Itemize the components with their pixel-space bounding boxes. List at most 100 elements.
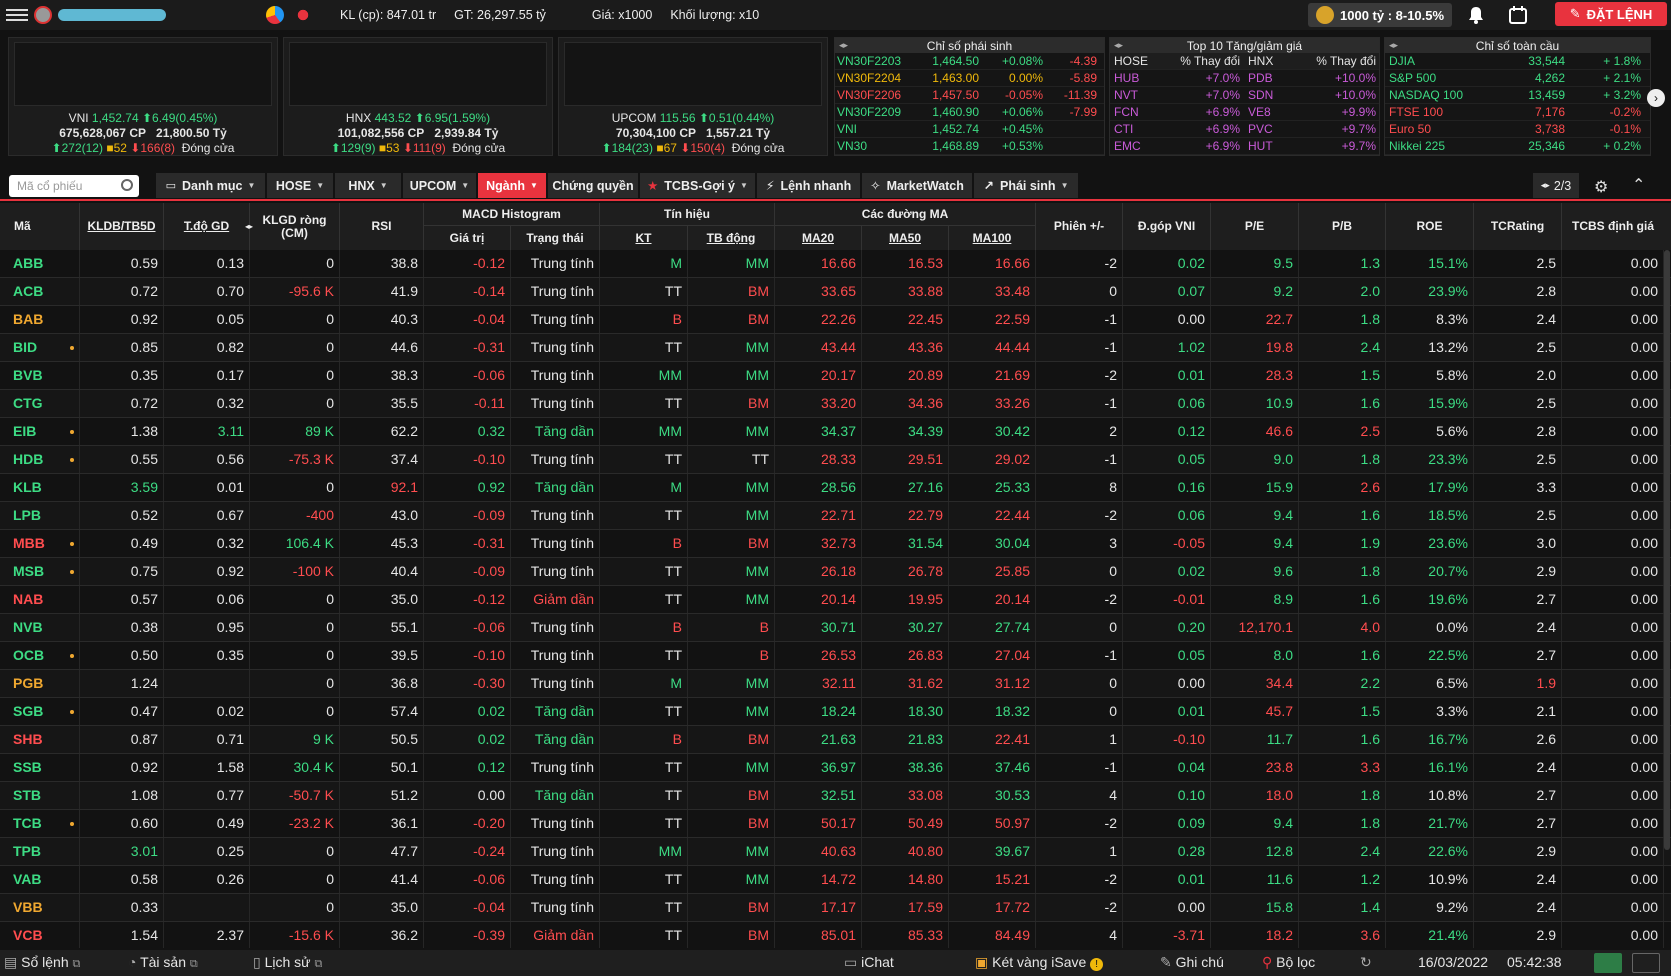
refresh-icon[interactable]: ↻	[1360, 954, 1372, 971]
cell-symbol[interactable]: VAB	[0, 866, 80, 893]
col-pb[interactable]: P/B	[1299, 203, 1386, 250]
table-row[interactable]: NAB 0.57 0.06 0 35.0 -0.12 Giảm dần TT MM 20.14 19…	[0, 586, 1671, 614]
global-index-row[interactable]: FTSE 100 7,176 -0.2%	[1385, 104, 1650, 121]
cell-symbol[interactable]: HDB	[0, 446, 80, 473]
table-row[interactable]: KLB 3.59 0.01 0 92.1 0.92 Tăng dần M MM 28.56 27.1…	[0, 474, 1671, 502]
cell-symbol[interactable]: ABB	[0, 250, 80, 277]
tab-chung-quyen[interactable]: Chứng quyền	[548, 173, 638, 198]
col-kt[interactable]: KT	[600, 226, 688, 250]
assets-button[interactable]: ◔ Tài sản ⧉	[128, 954, 198, 971]
cell-symbol[interactable]: STB	[0, 782, 80, 809]
cell-symbol[interactable]: EIB	[0, 418, 80, 445]
table-row[interactable]: BVB 0.35 0.17 0 38.3 -0.06 Trung tính MM MM 20.17…	[0, 362, 1671, 390]
isave-button[interactable]: ▣ Két vàng iSave !	[975, 954, 1104, 971]
cell-symbol[interactable]: KLB	[0, 474, 80, 501]
page-indicator[interactable]: ◂▸ 2/3	[1533, 173, 1579, 198]
table-row[interactable]: MBB 0.49 0.32 106.4 K 45.3 -0.31 Trung tính B BM…	[0, 530, 1671, 558]
cell-symbol[interactable]: TCB	[0, 810, 80, 837]
cell-symbol[interactable]: BAB	[0, 306, 80, 333]
tab-danh-muc[interactable]: ▭ Danh mục ▼	[156, 173, 265, 198]
tab-tcbs-goi-y[interactable]: ★ TCBS-Gợi ý ▼	[640, 173, 755, 198]
global-index-row[interactable]: Euro 50 3,738 -0.1%	[1385, 121, 1650, 138]
top10-row[interactable]: NVT +7.0% SDN +10.0%	[1110, 87, 1379, 104]
col-ma50[interactable]: MA50	[862, 226, 949, 250]
layout-toggle-icon[interactable]	[1594, 953, 1622, 973]
col-ma100[interactable]: MA100	[949, 226, 1036, 250]
col-roe[interactable]: ROE	[1386, 203, 1474, 250]
table-row[interactable]: VAB 0.58 0.26 0 41.4 -0.06 Trung tính TT MM 14.72…	[0, 866, 1671, 894]
derivative-row[interactable]: VN30F2204 1,463.00 0.00% -5.89	[835, 70, 1104, 87]
cell-symbol[interactable]: MBB	[0, 530, 80, 557]
ichat-button[interactable]: ▭ iChat	[844, 954, 894, 971]
top10-row[interactable]: HUB +7.0% PDB +10.0%	[1110, 70, 1379, 87]
table-row[interactable]: SGB 0.47 0.02 0 57.4 0.02 Tăng dần TT MM 18.24 18.…	[0, 698, 1671, 726]
derivative-row[interactable]: VN30 1,468.89 +0.53%	[835, 138, 1104, 155]
stock-search-input[interactable]: Mã cổ phiếu	[9, 175, 139, 197]
tab-phai-sinh[interactable]: ↗ Phái sinh ▼	[974, 173, 1078, 198]
avatar[interactable]	[34, 6, 52, 24]
global-index-row[interactable]: Nikkei 225 25,346 + 0.2%	[1385, 138, 1650, 155]
table-row[interactable]: MSB 0.75 0.92 -100 K 40.4 -0.09 Trung tính TT MM…	[0, 558, 1671, 586]
tab-hnx[interactable]: HNX ▼	[335, 173, 401, 198]
table-row[interactable]: ABB 0.59 0.13 0 38.8 -0.12 Trung tính M MM 16.66 1…	[0, 250, 1671, 278]
cell-symbol[interactable]: NAB	[0, 586, 80, 613]
col-klgd-rong[interactable]: KLGD ròng (CM)	[250, 203, 340, 250]
menu-icon[interactable]	[6, 9, 28, 21]
expand-arrows-icon[interactable]: ◂▸	[1389, 40, 1398, 51]
table-row[interactable]: OCB 0.50 0.35 0 39.5 -0.10 Trung tính TT B 26.53 2…	[0, 642, 1671, 670]
col-rsi[interactable]: RSI	[340, 203, 424, 250]
cell-symbol[interactable]: MSB	[0, 558, 80, 585]
order-book-button[interactable]: ▤ Sổ lệnh ⧉	[4, 954, 80, 971]
col-macd-trang-thai[interactable]: Trạng thái	[511, 226, 600, 250]
cell-symbol[interactable]: ACB	[0, 278, 80, 305]
tab-marketwatch[interactable]: ✧ MarketWatch	[862, 173, 972, 198]
col-ma20[interactable]: MA20	[775, 226, 862, 250]
chevron-right-icon[interactable]: ›	[1647, 89, 1665, 107]
table-row[interactable]: NVB 0.38 0.95 0 55.1 -0.06 Trung tính B B 30.71 30…	[0, 614, 1671, 642]
place-order-button[interactable]: ✎ ĐẶT LỆNH	[1555, 2, 1667, 26]
table-row[interactable]: CTG 0.72 0.32 0 35.5 -0.11 Trung tính TT BM 33.20…	[0, 390, 1671, 418]
index-card-vni[interactable]: VNI 1,452.74 ⬆6.49(0.45%) 675,628,067 CP…	[8, 37, 278, 156]
scrollbar[interactable]	[1664, 250, 1670, 850]
col-ma[interactable]: Mã	[0, 203, 80, 250]
table-row[interactable]: EIB 1.38 3.11 89 K 62.2 0.32 Tăng dần MM MM 34.37…	[0, 418, 1671, 446]
cell-symbol[interactable]: BID	[0, 334, 80, 361]
calendar-icon[interactable]	[1508, 5, 1528, 25]
tab-upcom[interactable]: UPCOM ▼	[403, 173, 476, 198]
derivative-row[interactable]: VNI 1,452.74 +0.45%	[835, 121, 1104, 138]
gear-icon[interactable]: ⚙	[1594, 177, 1608, 197]
tab-hose[interactable]: HOSE ▼	[267, 173, 333, 198]
col-tdo-gd[interactable]: T.độ GD ◂▸	[164, 203, 253, 250]
cell-symbol[interactable]: VCB	[0, 922, 80, 948]
col-tcbs-dinh-gia[interactable]: TCBS định giá	[1562, 203, 1664, 250]
cell-symbol[interactable]: VBB	[0, 894, 80, 921]
top10-row[interactable]: CTI +6.9% PVC +9.7%	[1110, 121, 1379, 138]
col-macd-gia-tri[interactable]: Giá trị	[424, 226, 511, 250]
history-button[interactable]: ▯ Lịch sử ⧉	[253, 954, 322, 971]
index-card-hnx[interactable]: HNX 443.52 ⬆6.95(1.59%) 101,082,556 CP 2…	[283, 37, 553, 156]
table-row[interactable]: LPB 0.52 0.67 -400 43.0 -0.09 Trung tính TT MM 22…	[0, 502, 1671, 530]
chart-pie-icon[interactable]	[266, 6, 284, 24]
cell-symbol[interactable]: CTG	[0, 390, 80, 417]
filter-button[interactable]: ⚲ Bộ lọc	[1262, 954, 1315, 971]
table-row[interactable]: PGB 1.24 0 36.8 -0.30 Trung tính M MM 32.11 31.62…	[0, 670, 1671, 698]
cell-symbol[interactable]: BVB	[0, 362, 80, 389]
table-row[interactable]: HDB 0.55 0.56 -75.3 K 37.4 -0.10 Trung tính TT T…	[0, 446, 1671, 474]
table-row[interactable]: BAB 0.92 0.05 0 40.3 -0.04 Trung tính B BM 22.26 2…	[0, 306, 1671, 334]
tab-nganh[interactable]: Ngành ▼	[478, 173, 546, 198]
fullscreen-icon[interactable]	[1632, 953, 1660, 973]
global-index-row[interactable]: S&P 500 4,262 + 2.1%	[1385, 70, 1650, 87]
col-dgop-vni[interactable]: Đ.góp VNI	[1123, 203, 1211, 250]
cell-symbol[interactable]: PGB	[0, 670, 80, 697]
table-row[interactable]: VCB 1.54 2.37 -15.6 K 36.2 -0.39 Giảm dần TT BM 8…	[0, 922, 1671, 948]
table-row[interactable]: ACB 0.72 0.70 -95.6 K 41.9 -0.14 Trung tính TT B…	[0, 278, 1671, 306]
expand-arrows-icon[interactable]: ◂▸	[1114, 40, 1123, 51]
derivative-row[interactable]: VN30F2203 1,464.50 +0.08% -4.39	[835, 53, 1104, 70]
col-kldb[interactable]: KLDB/TB5D	[80, 203, 164, 250]
cell-symbol[interactable]: SHB	[0, 726, 80, 753]
cell-symbol[interactable]: SGB	[0, 698, 80, 725]
table-row[interactable]: SHB 0.87 0.71 9 K 50.5 0.02 Tăng dần B BM 21.63 21…	[0, 726, 1671, 754]
cell-symbol[interactable]: LPB	[0, 502, 80, 529]
promo-button[interactable]: 1000 tỷ : 8-10.5%	[1308, 3, 1453, 27]
chevron-up-icon[interactable]: ⌃	[1632, 175, 1645, 195]
